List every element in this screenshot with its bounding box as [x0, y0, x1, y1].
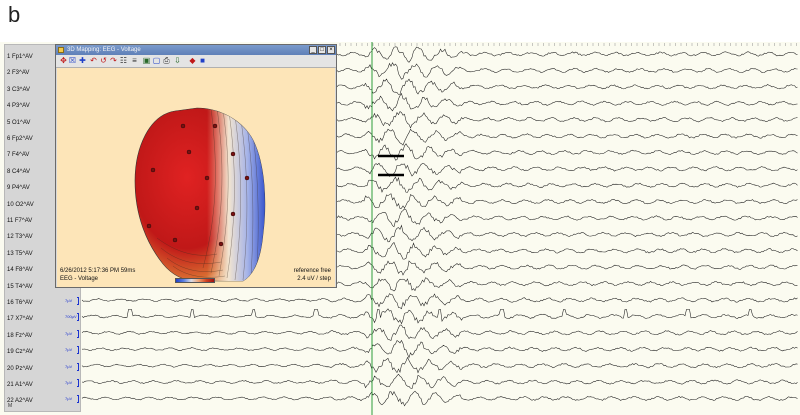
rotate-left-icon[interactable]: ↶ [89, 56, 98, 65]
eeg-trace [81, 373, 798, 390]
eeg-trace [81, 339, 798, 359]
eeg-trace [81, 356, 798, 374]
move-icon[interactable]: ✚ [78, 56, 87, 65]
eeg-trace [336, 92, 798, 112]
channel-label[interactable]: 13 T5^AV [7, 251, 33, 258]
channel-scale-bar [77, 362, 79, 371]
channel-label[interactable]: 16 T6^AV [7, 300, 33, 307]
rotate-right-icon[interactable]: ↷ [109, 56, 118, 65]
eeg-trace [336, 208, 798, 228]
channel-label[interactable]: 22 A2^AV [7, 398, 33, 405]
channel-label[interactable]: 10 O2^AV [7, 202, 34, 209]
channel-label[interactable]: 3 C3^AV [7, 87, 30, 94]
eeg-trace [336, 128, 798, 146]
eeg-trace [336, 242, 798, 260]
channel-label[interactable]: 19 Cz^AV [7, 349, 33, 356]
eeg-trace [81, 390, 798, 407]
export-icon[interactable]: ⇩ [173, 56, 182, 65]
map-step: 2.4 uV / step [297, 276, 331, 282]
layers-icon[interactable]: ≡ [130, 56, 139, 65]
channel-label[interactable]: 6 Fp2^AV [7, 136, 33, 143]
channel-scale-bar [77, 379, 79, 387]
channel-label[interactable]: 4 P3^AV [7, 103, 30, 110]
map-mode: EEG - Voltage [60, 276, 99, 282]
eeg-trace [336, 143, 798, 161]
channel-label[interactable]: 7 F4^AV [7, 152, 29, 159]
channel-scale-label: 7µV [65, 330, 73, 336]
eeg-trace [336, 176, 798, 193]
minimize-button[interactable]: _ [309, 46, 317, 54]
eeg-trace [336, 260, 798, 276]
channel-scale-label: 7µV [65, 347, 73, 353]
channel-scale-label: 7µV [65, 380, 73, 385]
eeg-trace [336, 193, 798, 209]
channel-scale-bar [77, 395, 79, 404]
voltage-colorbar [175, 278, 215, 283]
eeg-trace [336, 162, 798, 177]
map-canvas[interactable]: 6/26/2012 5:17:36 PM 59ms EEG - Voltage … [57, 68, 335, 287]
channel-label[interactable]: 18 Fz^AV [7, 333, 32, 340]
channel-label[interactable]: 12 T3^AV [7, 234, 33, 241]
channel-label[interactable]: 15 T4^AV [7, 284, 33, 291]
save-icon[interactable]: ▣ [142, 56, 151, 65]
palette-icon[interactable]: ◆ [188, 56, 197, 65]
close-button[interactable]: × [327, 46, 335, 54]
rotate-back-icon[interactable]: ↺ [99, 56, 108, 65]
channel-label[interactable]: 17 X7^AV [7, 316, 33, 323]
eeg-trace [336, 277, 798, 292]
channel-scale-bar [77, 297, 79, 305]
channel-label[interactable]: 2 F3^AV [7, 70, 29, 77]
eeg-trace [81, 324, 798, 341]
pointer-icon[interactable]: ✥ [59, 56, 68, 65]
channel-scale-bar [77, 346, 79, 355]
map-timestamp: 6/26/2012 5:17:36 PM 59ms [60, 268, 136, 274]
eeg-trace [81, 293, 798, 310]
grid-icon[interactable]: ☷ [119, 56, 128, 65]
channel-label[interactable]: 9 P4^AV [7, 185, 30, 192]
channel-label[interactable]: 8 C4^AV [7, 169, 30, 176]
map-titlebar[interactable]: 3D Mapping: EEG - Voltage _ □ × [56, 45, 336, 55]
maximize-button[interactable]: □ [318, 46, 326, 54]
figure-label: b [8, 2, 21, 27]
channel-scale-label: 7µV [65, 396, 73, 402]
map-reference: reference free [293, 268, 331, 274]
copy-icon[interactable]: ▢ [152, 56, 161, 65]
zoom-icon[interactable]: ☒ [68, 56, 77, 65]
channel-scale-bar [77, 329, 79, 338]
channel-scale-label: 700µV [65, 314, 77, 320]
channel-label[interactable]: 21 A1^AV [7, 382, 33, 389]
head-map[interactable] [57, 68, 335, 287]
channel-scale-label: 7µV [65, 363, 73, 369]
channel-label[interactable]: 1 Fp1^AV [7, 54, 33, 61]
eeg-trace [336, 62, 798, 80]
channel-label[interactable]: 14 F8^AV [7, 267, 33, 274]
channel-scale-label: 7µV [65, 298, 73, 303]
eeg-trace [81, 308, 798, 325]
app-icon [58, 47, 64, 53]
cube-icon[interactable]: ■ [198, 56, 207, 65]
eeg-trace [336, 111, 798, 129]
map-window[interactable]: 3D Mapping: EEG - Voltage _ □ × ✥ ☒ ✚ ↶ ↺ ↷ ☷ ≡… [55, 44, 337, 288]
map-window-title: 3D Mapping: EEG - Voltage [67, 47, 141, 53]
print-icon[interactable]: ⎙ [162, 56, 171, 65]
channel-label[interactable]: 20 Pz^AV [7, 366, 33, 373]
eeg-trace [336, 78, 798, 95]
channel-scale-bar [77, 313, 79, 322]
eeg-trace [336, 224, 798, 243]
channel-label[interactable]: 11 F7^AV [7, 218, 32, 225]
map-toolbar: ✥ ☒ ✚ ↶ ↺ ↷ ☷ ≡ ▣ ▢ ⎙ ⇩ ◆ ■ [56, 55, 336, 68]
channel-label[interactable]: 5 O1^AV [7, 120, 30, 127]
eeg-trace [336, 46, 798, 63]
eeg-viewer: M 1 Fp1^AV 2 F3^AV 3 C3^AV 4 P3^AV 5 O1^AV 6 … [0, 42, 800, 415]
